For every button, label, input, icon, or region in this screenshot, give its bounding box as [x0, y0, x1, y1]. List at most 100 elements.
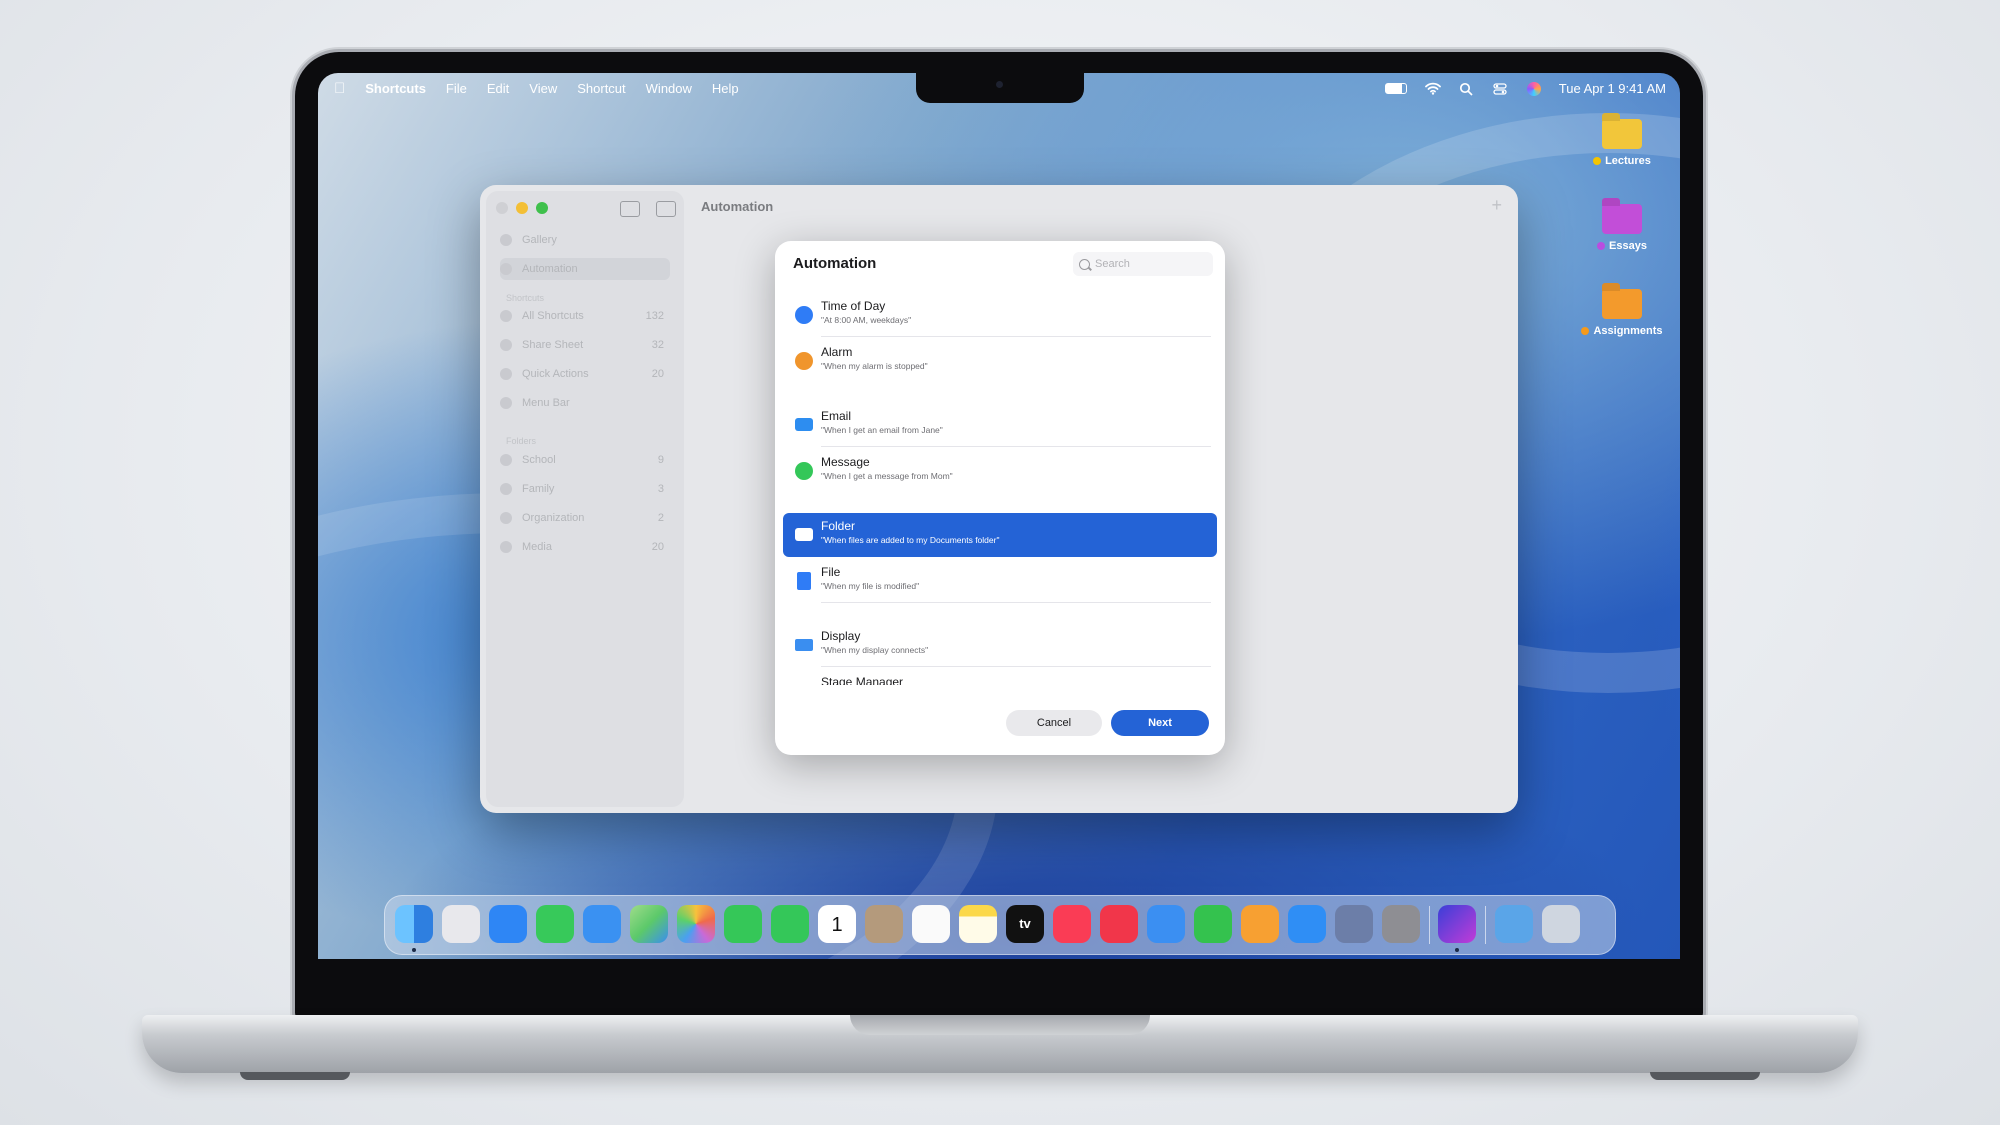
desktop-folder-lectures[interactable]: Lectures: [1572, 119, 1672, 167]
wifi-icon[interactable]: [1424, 82, 1441, 96]
photos-icon[interactable]: [677, 905, 715, 943]
desktop-folder-assignments[interactable]: Assignments: [1572, 289, 1672, 337]
tag-dot: [1593, 157, 1602, 166]
maps-icon[interactable]: [630, 905, 668, 943]
sidebar-item-quick-actions[interactable]: Quick Actions 20: [500, 363, 670, 385]
sidebar-item-label: School: [522, 454, 556, 466]
menu-bar:  Shortcuts File Edit View Shortcut Wind…: [318, 73, 1680, 105]
trigger-row-alarm[interactable]: Alarm "When my alarm is stopped": [783, 339, 1217, 383]
finder-icon[interactable]: [395, 905, 433, 943]
trigger-title: Folder: [821, 519, 856, 533]
close-button[interactable]: [496, 202, 508, 214]
trigger-title: Message: [821, 455, 870, 469]
dock: 1 tv: [384, 895, 1616, 955]
iphone-mirroring-icon[interactable]: [1335, 905, 1373, 943]
search-input[interactable]: Search: [1073, 252, 1213, 276]
row-divider: [821, 446, 1211, 447]
clock-icon: [795, 306, 813, 324]
mail-icon[interactable]: [583, 905, 621, 943]
desktop-folder-essays[interactable]: Essays: [1572, 204, 1672, 252]
sidebar-item-organization[interactable]: Organization 2: [500, 507, 670, 529]
menu-shortcut[interactable]: Shortcut: [577, 81, 625, 96]
phone-icon[interactable]: [771, 905, 809, 943]
trigger-subtitle: "When my file is modified": [821, 581, 920, 591]
siri-icon[interactable]: [1526, 81, 1541, 96]
folder-icon: [500, 541, 512, 553]
sidebar-item-family[interactable]: Family 3: [500, 478, 670, 500]
trigger-subtitle: "At 8:00 AM, weekdays": [821, 315, 912, 325]
cancel-button[interactable]: Cancel: [1006, 710, 1102, 736]
control-center-icon[interactable]: [1493, 82, 1509, 96]
launchpad-icon[interactable]: [442, 905, 480, 943]
next-button[interactable]: Next: [1111, 710, 1209, 736]
system-settings-icon[interactable]: [1382, 905, 1420, 943]
spotlight-search-icon[interactable]: [1459, 82, 1475, 96]
messages-icon[interactable]: [536, 905, 574, 943]
trigger-subtitle: "When my alarm is stopped": [821, 361, 928, 371]
shortcuts-icon[interactable]: [1438, 905, 1476, 943]
menu-file[interactable]: File: [446, 81, 467, 96]
safari-icon[interactable]: [489, 905, 527, 943]
battery-icon[interactable]: [1384, 83, 1407, 94]
app-store-icon[interactable]: [1288, 905, 1326, 943]
share-sheet-icon: [500, 339, 512, 351]
automation-icon: [500, 263, 512, 275]
sidebar-item-count: 20: [651, 541, 664, 553]
trigger-row-message[interactable]: Message "When I get a message from Mom": [783, 449, 1217, 493]
add-icon[interactable]: +: [1491, 195, 1502, 216]
trigger-row-display[interactable]: Display "When my display connects": [783, 623, 1217, 667]
menu-window[interactable]: Window: [646, 81, 692, 96]
menu-bar-clock[interactable]: Tue Apr 1 9:41 AM: [1559, 81, 1666, 96]
trigger-title: Email: [821, 409, 852, 423]
sidebar-section-folders: Folders: [506, 436, 537, 446]
trigger-row-file[interactable]: File "When my file is modified": [783, 559, 1217, 603]
sidebar-item-label: All Shortcuts: [522, 310, 584, 322]
sidebar-item-school[interactable]: School 9: [500, 449, 670, 471]
menu-view[interactable]: View: [529, 81, 557, 96]
sidebar-item-count: 2: [657, 512, 664, 524]
quick-actions-icon: [500, 368, 512, 380]
music-icon[interactable]: [1053, 905, 1091, 943]
folder-icon: [500, 483, 512, 495]
sidebar-item-automation[interactable]: Automation: [500, 258, 670, 280]
trigger-row-time-of-day[interactable]: Time of Day "At 8:00 AM, weekdays": [783, 293, 1217, 337]
downloads-folder-icon[interactable]: [1495, 905, 1533, 943]
zoom-button[interactable]: [536, 202, 548, 214]
minimize-button[interactable]: [516, 202, 528, 214]
tag-dot: [1597, 242, 1606, 251]
desktop-folder-label: Essays: [1609, 240, 1647, 252]
sidebar-section-shortcuts: Shortcuts: [506, 293, 545, 303]
sidebar: Gallery Automation Shortcuts All Shortcu…: [486, 191, 684, 807]
trigger-row-stage-manager[interactable]: Stage Manager: [783, 669, 1217, 685]
apple-menu-icon[interactable]: : [334, 81, 345, 96]
sidebar-item-count: 9: [657, 454, 664, 466]
tv-icon[interactable]: tv: [1006, 905, 1044, 943]
sidebar-item-count: 20: [651, 368, 664, 380]
reminders-icon[interactable]: [912, 905, 950, 943]
automation-dialog: Automation Search Time of Day "At 8:00 A…: [775, 241, 1225, 755]
facetime-icon[interactable]: [724, 905, 762, 943]
sidebar-item-media[interactable]: Media 20: [500, 536, 670, 558]
menu-help[interactable]: Help: [712, 81, 739, 96]
contacts-icon[interactable]: [865, 905, 903, 943]
trigger-row-folder[interactable]: Folder "When files are added to my Docum…: [783, 513, 1217, 557]
new-folder-icon[interactable]: [620, 201, 640, 217]
pages-icon[interactable]: [1241, 905, 1279, 943]
sidebar-item-share-sheet[interactable]: Share Sheet 32: [500, 334, 670, 356]
sidebar-toggle-icon[interactable]: [656, 201, 676, 217]
sidebar-item-all-shortcuts[interactable]: All Shortcuts 132: [500, 305, 670, 327]
notes-icon[interactable]: [959, 905, 997, 943]
numbers-icon[interactable]: [1194, 905, 1232, 943]
news-icon[interactable]: [1100, 905, 1138, 943]
menu-app-name[interactable]: Shortcuts: [365, 81, 426, 96]
menu-edit[interactable]: Edit: [487, 81, 509, 96]
sidebar-item-gallery[interactable]: Gallery: [500, 229, 670, 251]
row-divider: [821, 336, 1211, 337]
row-divider: [821, 602, 1211, 603]
keynote-icon[interactable]: [1147, 905, 1185, 943]
calendar-icon[interactable]: 1: [818, 905, 856, 943]
trigger-row-email[interactable]: Email "When I get an email from Jane": [783, 403, 1217, 447]
gallery-icon: [500, 234, 512, 246]
sidebar-item-menu-bar[interactable]: Menu Bar: [500, 392, 670, 414]
trash-icon[interactable]: [1542, 905, 1580, 943]
